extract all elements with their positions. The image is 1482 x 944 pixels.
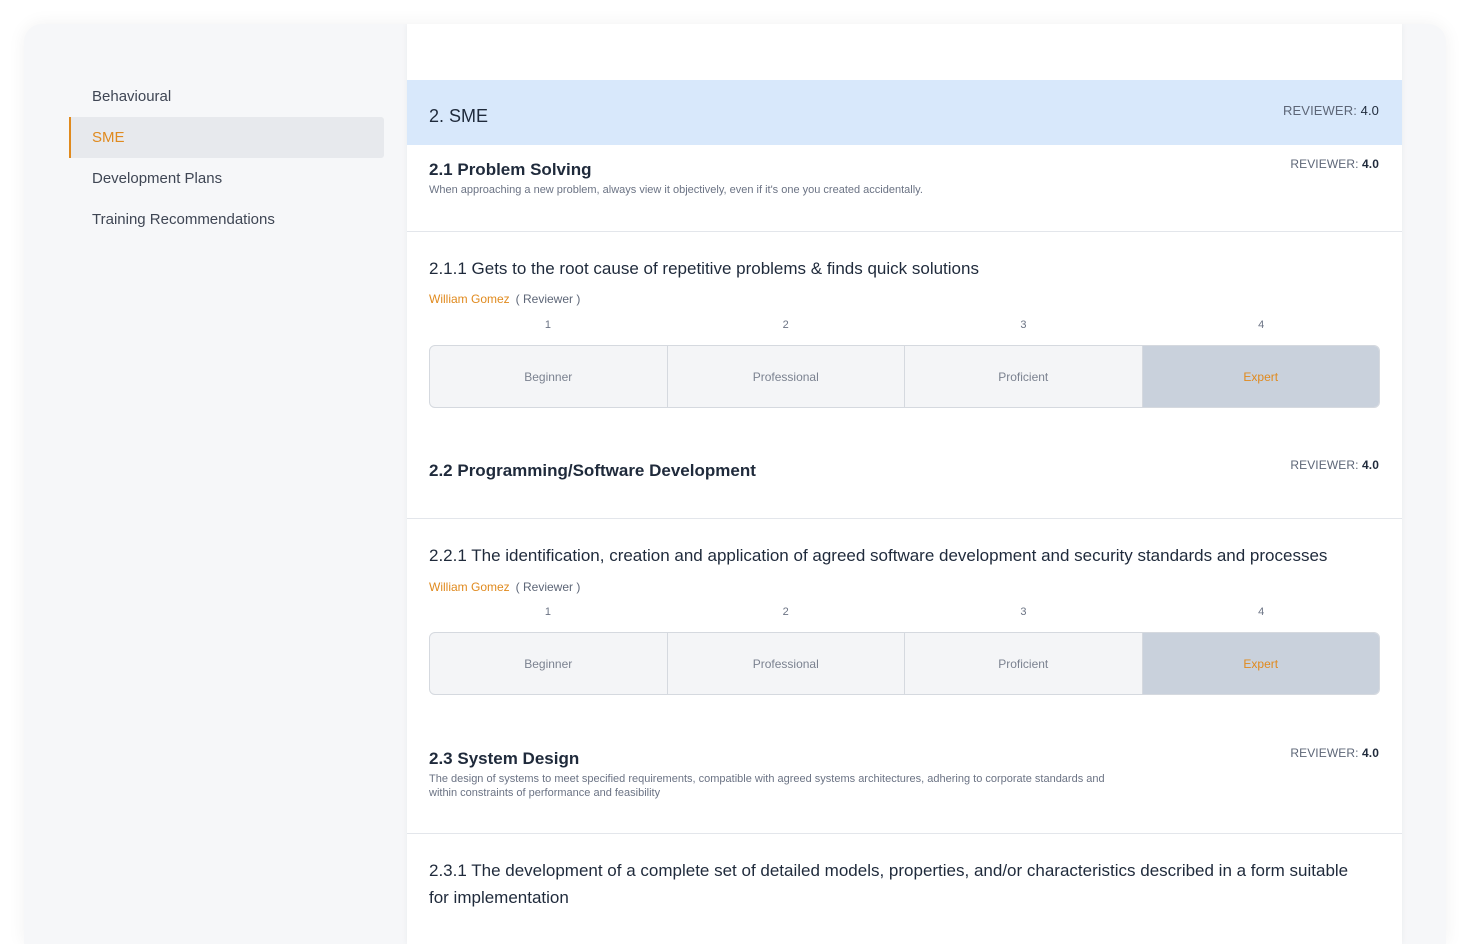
reviewer-value: 4.0 bbox=[1362, 746, 1379, 760]
rater-name[interactable]: William Gomez bbox=[429, 580, 510, 594]
scale-number: 3 bbox=[1020, 606, 1027, 618]
sidebar-nav: Behavioural SME Development Plans Traini… bbox=[69, 76, 384, 240]
reviewer-value: 4.0 bbox=[1362, 458, 1379, 472]
scale-number: 4 bbox=[1258, 319, 1265, 331]
topic-reviewer-score: REVIEWER: 4.0 bbox=[1290, 458, 1379, 472]
scale-number: 1 bbox=[544, 319, 551, 331]
topic-title: 2.3 System Design bbox=[429, 749, 580, 768]
app-card: Behavioural SME Development Plans Traini… bbox=[24, 24, 1446, 944]
reviewer-label: REVIEWER: bbox=[1290, 157, 1359, 171]
divider bbox=[407, 231, 1402, 232]
topic-description: When approaching a new problem, always v… bbox=[429, 184, 923, 196]
rating-option-proficient[interactable]: Proficient bbox=[905, 633, 1143, 694]
sidebar-item-development-plans[interactable]: Development Plans bbox=[69, 158, 384, 199]
rater-line: William Gomez ( Reviewer ) bbox=[429, 580, 580, 594]
rater-name[interactable]: William Gomez bbox=[429, 292, 510, 306]
rating-option-beginner[interactable]: Beginner bbox=[430, 346, 668, 407]
scale-number: 2 bbox=[782, 606, 789, 618]
main-panel: 2. SME REVIEWER: 4.0 2.1 Problem Solving… bbox=[407, 24, 1402, 944]
scale-number: 2 bbox=[782, 319, 789, 331]
topic-title: 2.1 Problem Solving bbox=[429, 160, 592, 179]
criterion-title: 2.1.1 Gets to the root cause of repetiti… bbox=[429, 259, 979, 278]
sidebar-item-training-recommendations[interactable]: Training Recommendations bbox=[69, 199, 384, 240]
rater-role: ( Reviewer ) bbox=[515, 580, 581, 594]
section-header: 2. SME REVIEWER: 4.0 bbox=[407, 80, 1402, 145]
section-reviewer-score: REVIEWER: 4.0 bbox=[1283, 103, 1379, 118]
criterion-title: 2.2.1 The identification, creation and a… bbox=[429, 546, 1328, 565]
scale-number: 4 bbox=[1258, 606, 1265, 618]
section-title: 2. SME bbox=[429, 106, 489, 126]
scale-numbers: 1 2 3 4 bbox=[429, 606, 1380, 620]
topic-title: 2.2 Programming/Software Development bbox=[429, 461, 756, 480]
reviewer-label: REVIEWER: bbox=[1290, 458, 1359, 472]
sidebar-item-behavioural[interactable]: Behavioural bbox=[69, 76, 384, 117]
rating-scale: Beginner Professional Proficient Expert bbox=[429, 632, 1380, 695]
topic-reviewer-score: REVIEWER: 4.0 bbox=[1290, 746, 1379, 760]
divider bbox=[407, 518, 1402, 519]
topic-reviewer-score: REVIEWER: 4.0 bbox=[1290, 157, 1379, 171]
rating-option-professional[interactable]: Professional bbox=[668, 633, 905, 694]
reviewer-value: 4.0 bbox=[1360, 103, 1379, 118]
reviewer-label: REVIEWER: bbox=[1283, 103, 1357, 118]
criterion-title: 2.3.1 The development of a complete set … bbox=[429, 861, 1349, 907]
reviewer-value: 4.0 bbox=[1362, 157, 1379, 171]
rating-scale: Beginner Professional Proficient Expert bbox=[429, 345, 1380, 408]
scale-number: 3 bbox=[1020, 319, 1027, 331]
rater-line: William Gomez ( Reviewer ) bbox=[429, 292, 580, 306]
topic-description: The design of systems to meet specified … bbox=[429, 773, 1105, 799]
rating-option-expert[interactable]: Expert bbox=[1142, 346, 1379, 407]
divider bbox=[407, 833, 1402, 834]
rating-option-professional[interactable]: Professional bbox=[668, 346, 905, 407]
rating-option-expert[interactable]: Expert bbox=[1142, 633, 1379, 694]
scale-number: 1 bbox=[544, 606, 551, 618]
rater-role: ( Reviewer ) bbox=[515, 292, 581, 306]
rating-option-proficient[interactable]: Proficient bbox=[905, 346, 1143, 407]
reviewer-label: REVIEWER: bbox=[1290, 746, 1359, 760]
scale-numbers: 1 2 3 4 bbox=[429, 319, 1380, 333]
sidebar-item-sme[interactable]: SME bbox=[69, 117, 384, 158]
rating-option-beginner[interactable]: Beginner bbox=[430, 633, 668, 694]
